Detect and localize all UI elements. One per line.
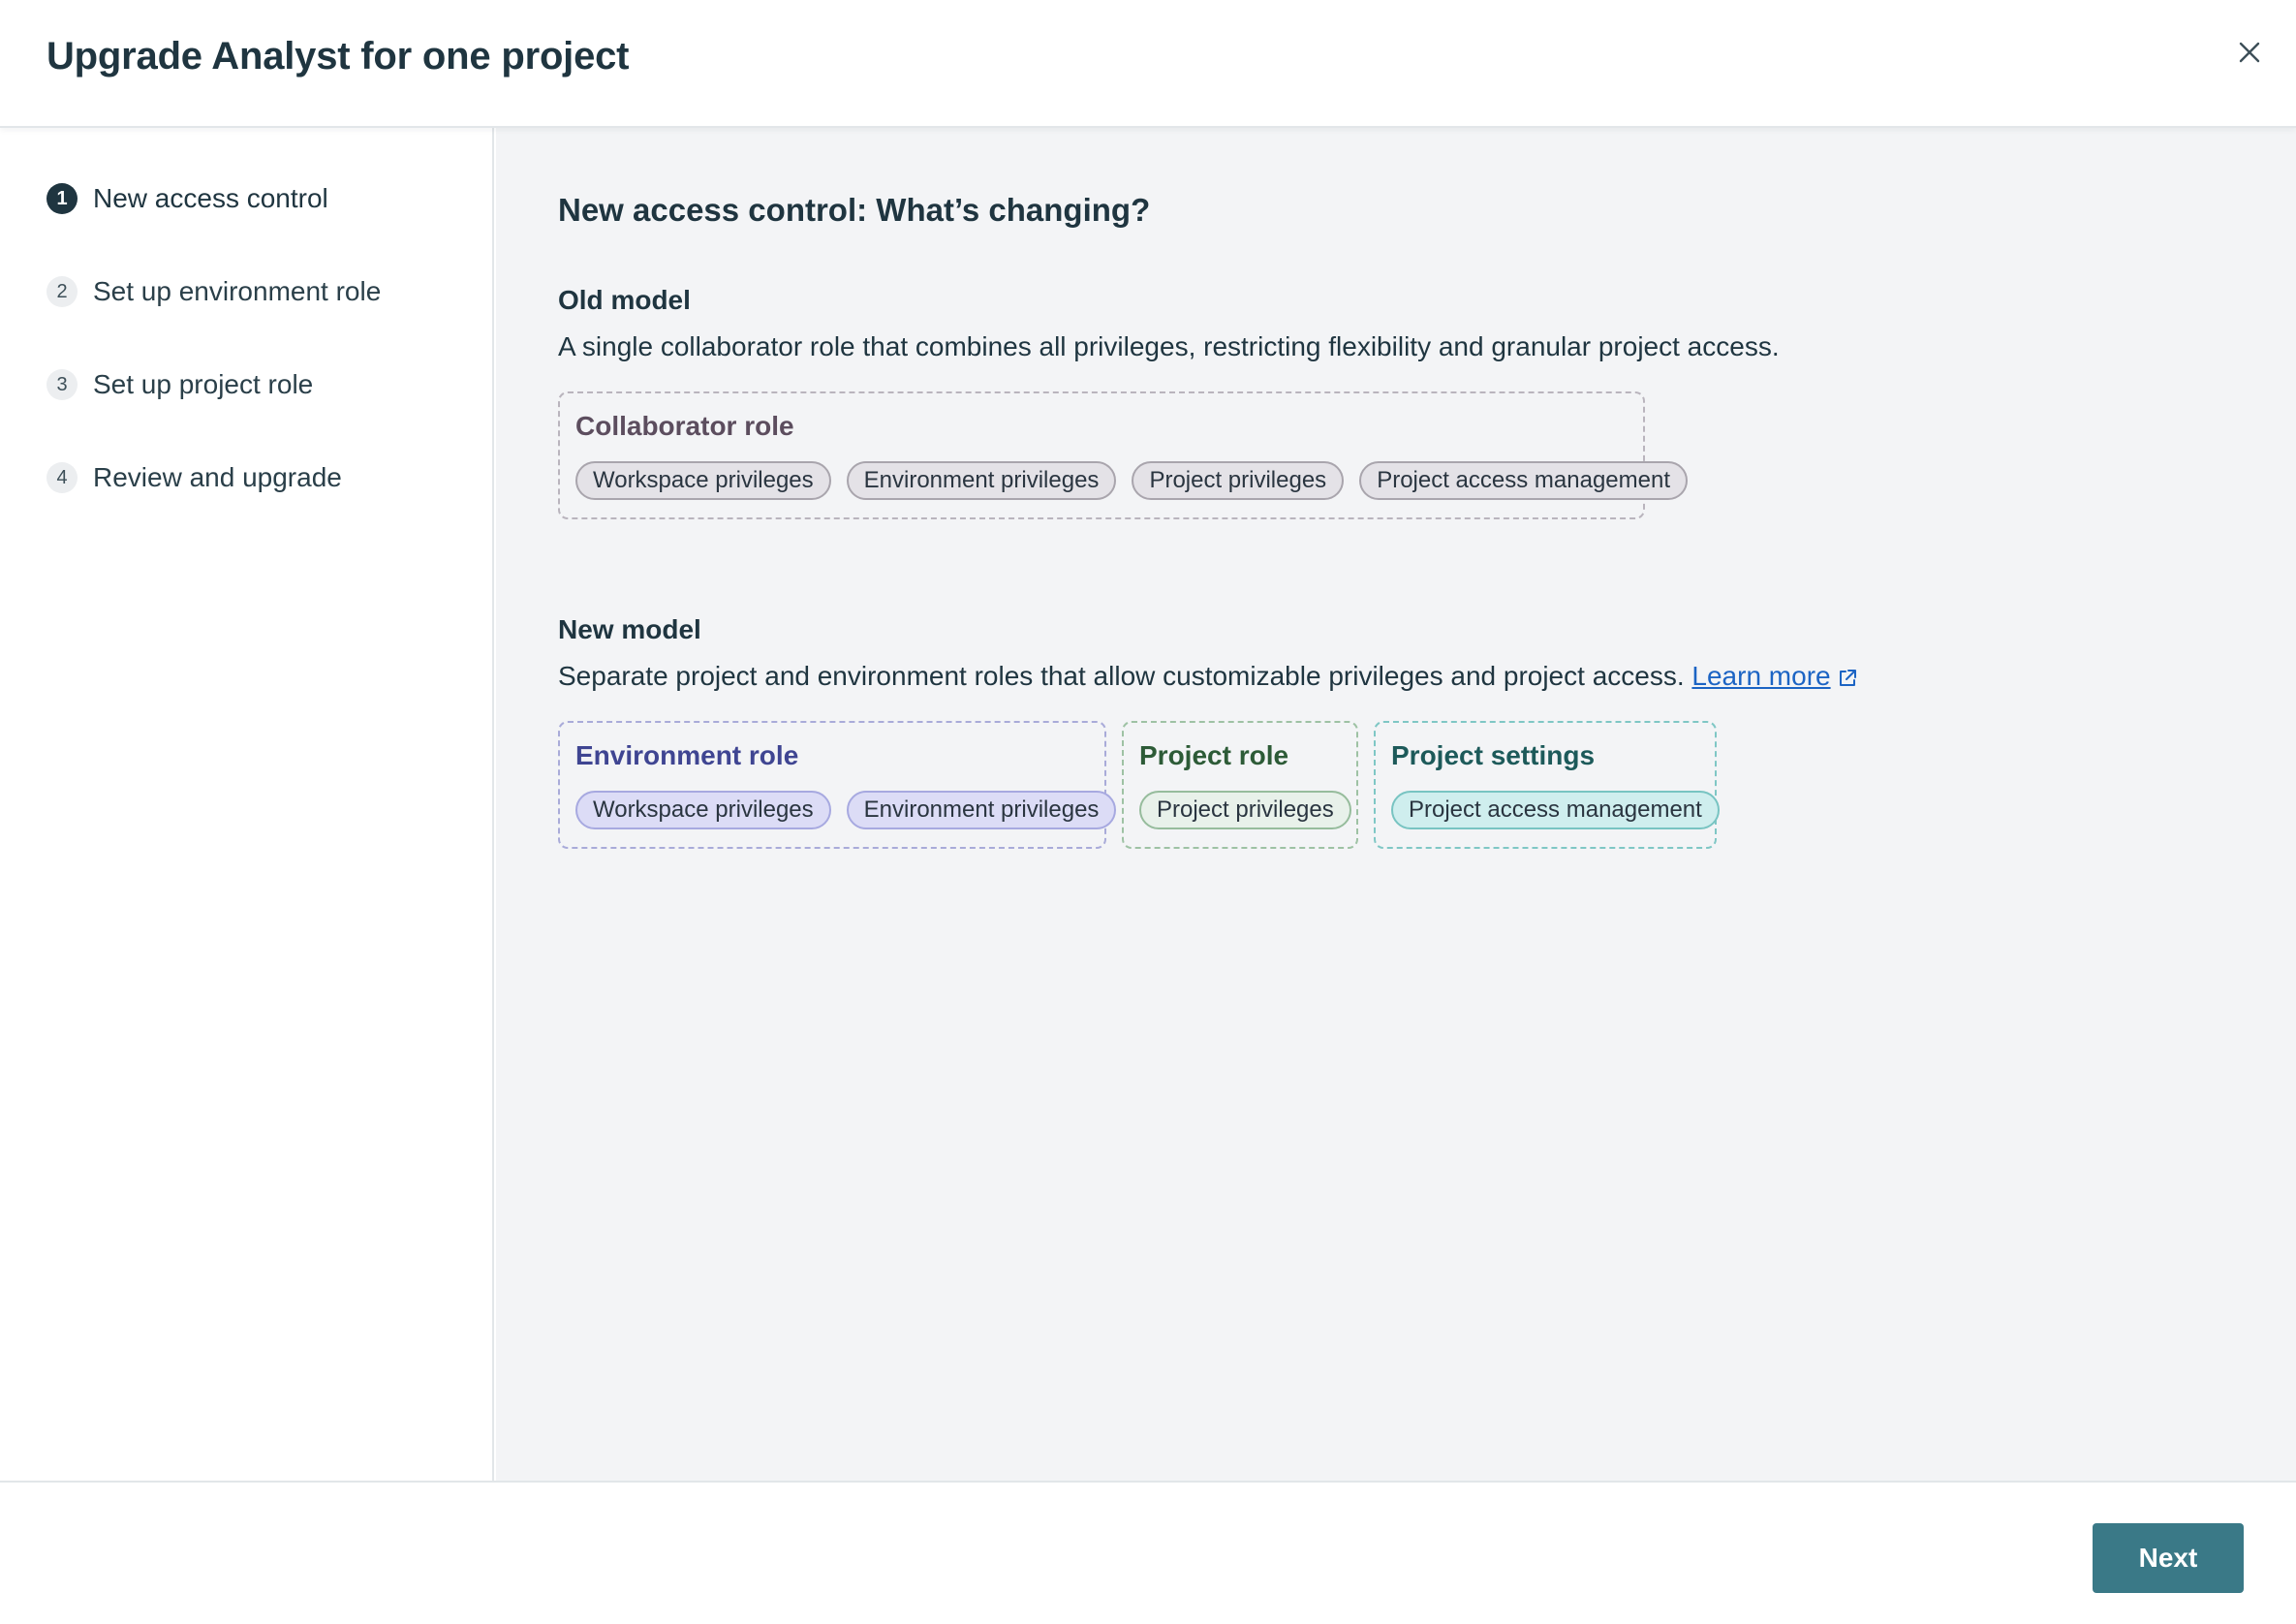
dialog-footer: Next (0, 1481, 2296, 1624)
main-content: New access control: What’s changing? Old… (496, 128, 2296, 1481)
new-model-description-text: Separate project and environment roles t… (558, 661, 1685, 691)
close-icon (2239, 42, 2260, 63)
privilege-chip: Project privileges (1132, 461, 1345, 500)
new-model-heading: New model (558, 614, 701, 644)
environment-role-box: Environment role Workspace privileges En… (558, 721, 1117, 849)
step-number: 3 (47, 369, 78, 400)
step-label: Set up project role (93, 369, 314, 399)
collaborator-role-box: Collaborator role Workspace privileges E… (558, 391, 1688, 519)
project-settings-box: Project settings Project access manageme… (1374, 721, 1720, 849)
upgrade-dialog: Upgrade Analyst for one project 1 New ac… (0, 0, 2296, 1624)
dialog-header: Upgrade Analyst for one project (0, 0, 2296, 128)
privilege-chip: Environment privileges (846, 791, 1117, 829)
external-link-icon[interactable] (1837, 668, 1858, 689)
dialog-title: Upgrade Analyst for one project (47, 35, 630, 78)
role-title: Project role (1139, 740, 1289, 770)
steps-sidebar: 1 New access control 2 Set up environmen… (0, 128, 494, 1481)
role-title: Project settings (1391, 740, 1596, 770)
privilege-chip: Workspace privileges (575, 791, 831, 829)
role-title: Collaborator role (575, 411, 794, 441)
new-model-description: Separate project and environment roles t… (558, 661, 1858, 692)
privilege-chip: Project privileges (1139, 791, 1351, 829)
section-title: New access control: What’s changing? (558, 192, 1151, 228)
step-set-up-environment-role[interactable]: 2 Set up environment role (47, 267, 381, 316)
step-label: Review and upgrade (93, 462, 342, 492)
step-new-access-control[interactable]: 1 New access control (47, 174, 328, 223)
step-set-up-project-role[interactable]: 3 Set up project role (47, 360, 313, 409)
close-button[interactable] (2230, 33, 2269, 72)
step-number: 4 (47, 462, 78, 493)
step-review-and-upgrade[interactable]: 4 Review and upgrade (47, 453, 342, 502)
old-model-description: A single collaborator role that combines… (558, 331, 1780, 361)
step-label: New access control (93, 183, 328, 213)
step-number: 1 (47, 183, 78, 214)
old-model-heading: Old model (558, 285, 691, 315)
privilege-chip: Environment privileges (846, 461, 1117, 500)
privilege-chip: Project access management (1391, 791, 1720, 829)
learn-more-link[interactable]: Learn more (1691, 661, 1830, 691)
next-button[interactable]: Next (2093, 1523, 2244, 1593)
privilege-chip: Workspace privileges (575, 461, 831, 500)
step-number: 2 (47, 276, 78, 307)
step-label: Set up environment role (93, 276, 382, 306)
privilege-chip: Project access management (1359, 461, 1688, 500)
learn-more-label: Learn more (1691, 661, 1831, 691)
project-role-box: Project role Project privileges (1122, 721, 1358, 849)
role-title: Environment role (575, 740, 799, 770)
